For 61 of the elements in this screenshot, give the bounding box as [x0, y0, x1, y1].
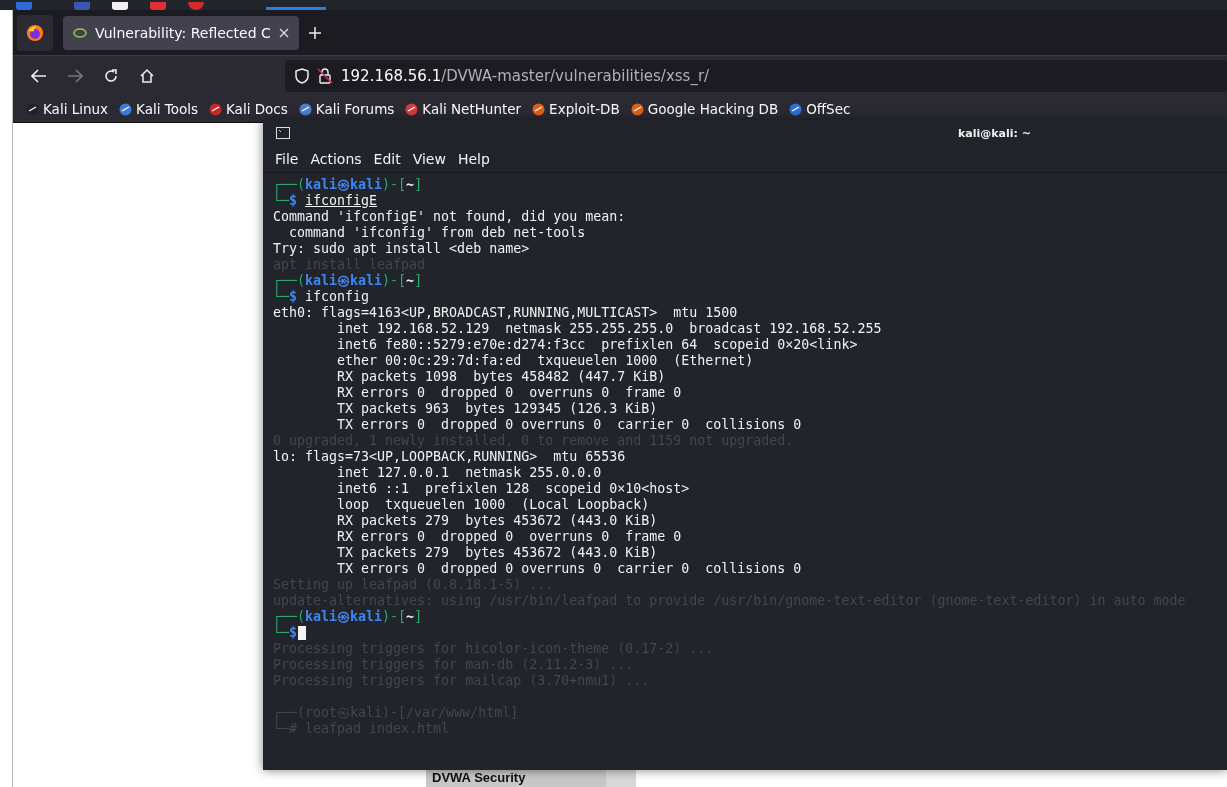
menu-item[interactable]: View [406, 149, 452, 169]
bookmark-icon [404, 101, 420, 117]
taskbar-icon[interactable] [188, 2, 204, 10]
output-line: Try: sudo apt install <deb name> [273, 241, 530, 257]
output-line: eth0: flags=4163<UP,BROADCAST,RUNNING,MULTICAST> mtu 1500 [273, 305, 738, 321]
terminal-icon [276, 127, 290, 139]
bookmark-icon [208, 101, 223, 117]
bookmark-icon [25, 101, 40, 117]
output-line: TX errors 0 dropped 0 overruns 0 carrier 0 collisions 0 [336, 417, 802, 433]
output-line: RX errors 0 dropped 0 overruns 0 frame 0 [336, 385, 682, 401]
page-icon [73, 25, 87, 40]
bookmark[interactable]: Kali Tools [118, 101, 198, 117]
output-line: RX packets 1098 bytes 458482 (447.7 KiB) [336, 369, 666, 385]
lock-slashed-icon[interactable] [317, 68, 333, 84]
bookmark[interactable]: Kali Forums [297, 101, 395, 117]
bookmark[interactable]: Kali Docs [208, 101, 288, 117]
window-title: kali@kali: ~ [958, 126, 1031, 140]
close-icon[interactable] [278, 27, 289, 38]
browser-logo-icon[interactable] [26, 23, 44, 42]
bookmark-icon [531, 101, 547, 117]
command-line: └─$ [273, 625, 298, 641]
address-bar[interactable]: 192.168.56.1/DVWA-master/vulnerabilities/xss_r/ [285, 60, 1227, 92]
back-icon[interactable] [31, 69, 47, 83]
output-line: inet 192.168.52.129 netmask 255.255.255.0 broadcast 192.168.52.255 [336, 321, 882, 337]
output-line: inet6 ::1 prefixlen 128 scopeid 0×10<host> [336, 481, 690, 497]
output-line: inet 127.0.0.1 netmask 255.0.0.0 [336, 465, 602, 481]
shield-icon[interactable] [295, 68, 309, 84]
output-line: TX errors 0 dropped 0 overruns 0 carrier 0 collisions 0 [336, 561, 802, 577]
bookmark-icon [297, 101, 313, 117]
bookmark-icon [629, 101, 645, 117]
output-line: lo: flags=73<UP,LOOPBACK,RUNNING> mtu 65536 [273, 449, 626, 465]
output-line: RX packets 279 bytes 453672 (443.0 KiB) [336, 513, 658, 529]
prompt-line: ┌──(kali㉿kali)-[~] [273, 273, 423, 289]
menu-item[interactable]: File [269, 149, 305, 169]
reload-icon[interactable] [103, 68, 119, 84]
output-line: command 'ifconfig' from deb net-tools [288, 225, 586, 241]
menu-item[interactable]: Help [451, 149, 496, 169]
menu-item[interactable]: Actions [304, 149, 368, 169]
bookmark-icon [118, 101, 134, 117]
bookmark[interactable]: Kali NetHunter [404, 101, 522, 117]
bookmark[interactable]: Exploit-DB [531, 101, 620, 117]
output-line: TX packets 279 bytes 453672 (443.0 KiB) [336, 545, 658, 561]
browser-tab[interactable]: Vulnerability: Reflected C [63, 15, 299, 50]
prompt-line: ┌──(kali㉿kali)-[~] [273, 609, 423, 625]
new-tab-icon[interactable] [308, 26, 321, 39]
bookmark[interactable]: Google Hacking DB [629, 101, 779, 117]
output-line: ether 00:0c:29:7d:fa:ed txqueuelen 1000 (Ethernet) [336, 353, 754, 369]
output-line: TX packets 963 bytes 129345 (126.3 KiB) [336, 401, 658, 417]
home-icon[interactable] [139, 68, 155, 84]
bookmark[interactable]: Kali Linux [25, 101, 109, 117]
prompt-line: ┌──(kali㉿kali)-[~] [273, 177, 423, 193]
bookmark-icon [788, 101, 804, 117]
output-line: inet6 fe80::5279:e70e:d274:f3cc prefixlen 64 scopeid 0×20<link> [336, 337, 858, 353]
command-line: └─$ ifconfigE [273, 193, 378, 209]
output-line: RX errors 0 dropped 0 overruns 0 frame 0 [336, 529, 682, 545]
url-text[interactable]: 192.168.56.1/DVWA-master/vulnerabilities/xss_r/ [341, 67, 710, 85]
command-line: └─$ ifconfig [273, 289, 370, 305]
menu-item[interactable]: Edit [367, 149, 407, 169]
bookmark[interactable]: OffSec [788, 101, 851, 117]
output-line: Command 'ifconfigE' not found, did you mean: [273, 209, 626, 225]
output-line: loop txqueuelen 1000 (Local Loopback) [336, 497, 650, 513]
